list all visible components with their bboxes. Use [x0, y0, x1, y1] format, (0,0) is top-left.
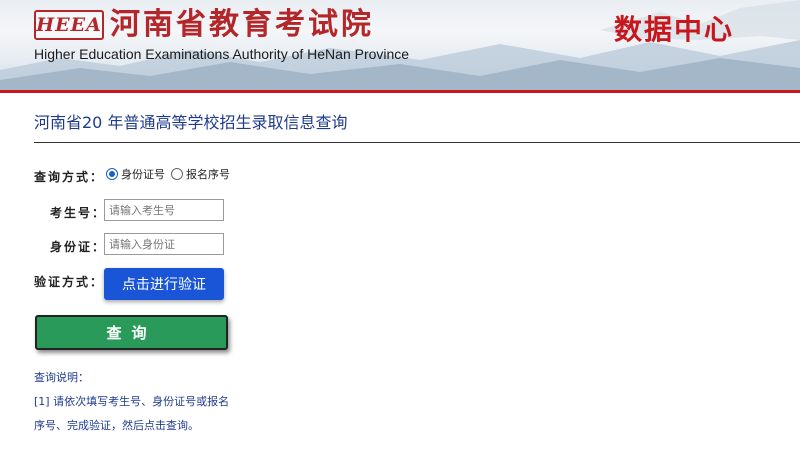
query-method-label: 查询方式：	[34, 170, 105, 184]
heea-logo: HEEA	[34, 10, 104, 40]
radio-reg-no[interactable]	[171, 168, 183, 180]
logo-text: HEEA	[36, 14, 102, 36]
verify-label: 验证方式：	[34, 275, 105, 289]
page-title: 河南省20 年普通高等学校招生录取信息查询	[34, 113, 348, 132]
radio-id-card-label[interactable]: 身份证号	[121, 166, 165, 182]
notes-line: [1] 请依次填写考生号、身份证号或报名序号、完成验证，然后点击查询。	[34, 395, 230, 432]
exam-no-label: 考生号：	[50, 206, 107, 220]
org-name-cn: 河南省教育考试院	[110, 7, 374, 42]
query-method-options: 身份证号 报名序号	[106, 166, 236, 182]
id-card-input[interactable]	[104, 233, 224, 255]
id-card-label: 身份证：	[50, 240, 107, 254]
title-divider	[34, 142, 800, 143]
query-notes: 查询说明： [1] 请依次填写考生号、身份证号或报名序号、完成验证，然后点击查询…	[34, 366, 234, 438]
notes-heading: 查询说明：	[34, 371, 89, 384]
org-name-en: Higher Education Examinations Authority …	[34, 46, 410, 62]
exam-no-input[interactable]	[104, 199, 224, 221]
header-divider	[0, 90, 800, 93]
radio-reg-no-label[interactable]: 报名序号	[186, 166, 230, 182]
verify-button[interactable]: 点击进行验证	[104, 268, 224, 300]
header-banner: HEEA 河南省教育考试院 Higher Education Examinati…	[0, 0, 800, 90]
radio-id-card[interactable]	[106, 168, 118, 180]
query-button[interactable]: 查询	[35, 315, 228, 350]
data-center-title: 数据中心	[614, 13, 735, 46]
